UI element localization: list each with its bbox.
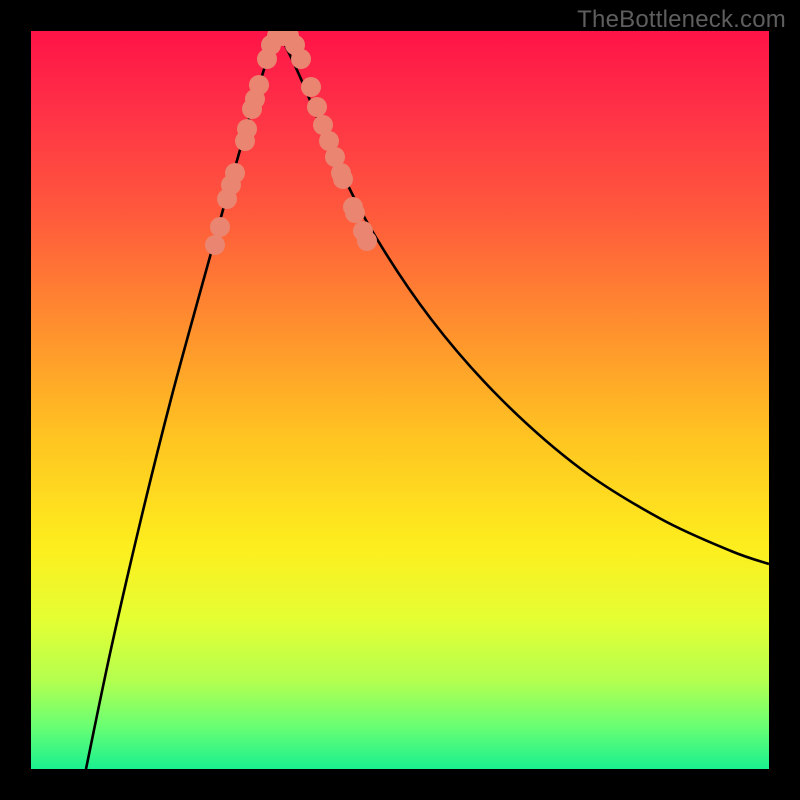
chart-svg xyxy=(31,31,769,769)
bottleneck-curve xyxy=(86,34,769,769)
watermark-text: TheBottleneck.com xyxy=(577,6,786,34)
highlight-dot xyxy=(225,163,245,183)
highlight-dot xyxy=(345,203,365,223)
plot-area xyxy=(31,31,769,769)
marker-group xyxy=(205,31,377,255)
highlight-dot xyxy=(205,235,225,255)
highlight-dot xyxy=(237,119,257,139)
highlight-dot xyxy=(333,169,353,189)
highlight-dot xyxy=(357,231,377,251)
highlight-dot xyxy=(210,217,230,237)
highlight-dot xyxy=(291,49,311,69)
chart-frame: TheBottleneck.com xyxy=(0,0,800,800)
highlight-dot xyxy=(249,75,269,95)
highlight-dot xyxy=(301,77,321,97)
highlight-dot xyxy=(307,97,327,117)
